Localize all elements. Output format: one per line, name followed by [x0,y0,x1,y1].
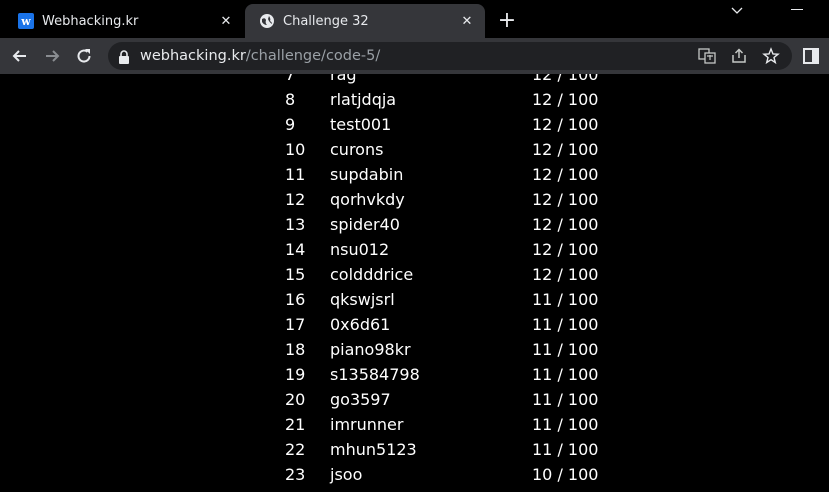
name-cell: rag [330,74,357,84]
ranking-row[interactable]: 23 jsoo 10 / 100 [0,462,829,487]
rank-cell: 20 [285,390,306,409]
rank-cell: 15 [285,265,306,284]
score-cell: 12 / 100 [532,190,599,209]
name-cell: piano98kr [330,340,411,359]
rank-cell: 19 [285,365,306,384]
side-panel-icon[interactable] [803,48,819,64]
ranking-row[interactable]: 7 rag 12 / 100 [0,74,829,87]
score-cell: 11 / 100 [532,415,599,434]
rank-cell: 16 [285,290,306,309]
close-tab-icon[interactable]: ✕ [457,11,477,31]
name-cell: mhun5123 [330,440,417,459]
tab-challenge-32[interactable]: Challenge 32 ✕ [245,4,485,38]
score-cell: 12 / 100 [532,240,599,259]
score-cell: 11 / 100 [532,365,599,384]
ranking-row[interactable]: 15 coldddrice 12 / 100 [0,262,829,287]
tab-title: Challenge 32 [283,13,369,29]
name-cell: test001 [330,115,392,134]
name-cell: curons [330,140,384,159]
score-cell: 11 / 100 [532,315,599,334]
tab-search-icon[interactable] [728,2,746,20]
score-cell: 11 / 100 [532,340,599,359]
ranking-row[interactable]: 16 qkswjsrl 11 / 100 [0,287,829,312]
ranking-row[interactable]: 17 0x6d61 11 / 100 [0,312,829,337]
ranking-row[interactable]: 20 go3597 11 / 100 [0,387,829,412]
name-cell: go3597 [330,390,391,409]
name-cell: rlatjdqja [330,90,397,109]
name-cell: supdabin [330,165,404,184]
back-arrow-icon[interactable] [10,46,30,66]
share-icon[interactable] [730,47,748,65]
url-host: webhacking.kr [140,48,246,64]
address-bar[interactable]: webhacking.kr/challenge/code-5/ [108,42,792,70]
new-tab-button[interactable]: + [496,8,518,33]
rank-cell: 12 [285,190,306,209]
name-cell: jsoo [330,465,363,484]
w-logo-icon: w [18,13,34,29]
rank-cell: 11 [285,165,306,184]
rank-cell: 14 [285,240,306,259]
forward-arrow-icon[interactable] [42,46,62,66]
rank-cell: 13 [285,215,306,234]
ranking-row[interactable]: 12 qorhvkdy 12 / 100 [0,187,829,212]
tab-webhacking[interactable]: w Webhacking.kr ✕ [4,4,244,38]
rank-cell: 22 [285,440,306,459]
score-cell: 12 / 100 [532,115,599,134]
rank-cell: 21 [285,415,306,434]
name-cell: imrunner [330,415,404,434]
translate-icon[interactable] [698,47,716,65]
reload-icon[interactable] [74,46,94,66]
page-content: 7 rag 12 / 100 8 rlatjdqja 12 / 100 9 test001 12… [0,74,829,492]
rank-cell: 10 [285,140,306,159]
close-tab-icon[interactable]: ✕ [216,11,236,31]
score-cell: 11 / 100 [532,290,599,309]
name-cell: nsu012 [330,240,390,259]
score-cell: 12 / 100 [532,165,599,184]
lock-icon[interactable] [118,49,130,68]
name-cell: coldddrice [330,265,414,284]
minimize-window-button[interactable] [791,9,803,10]
ranking-row[interactable]: 10 curons 12 / 100 [0,137,829,162]
ranking-row[interactable]: 9 test001 12 / 100 [0,112,829,137]
name-cell: s13584798 [330,365,420,384]
rank-cell: 18 [285,340,306,359]
ranking-row[interactable]: 19 s13584798 11 / 100 [0,362,829,387]
ranking-row[interactable]: 13 spider40 12 / 100 [0,212,829,237]
score-cell: 12 / 100 [532,74,599,84]
bookmark-star-icon[interactable] [762,47,780,65]
score-cell: 11 / 100 [532,440,599,459]
rank-cell: 9 [285,115,296,134]
browser-toolbar: webhacking.kr/challenge/code-5/ [0,38,829,74]
score-cell: 12 / 100 [532,140,599,159]
rank-cell: 17 [285,315,306,334]
score-cell: 10 / 100 [532,465,599,484]
name-cell: qorhvkdy [330,190,405,209]
name-cell: qkswjsrl [330,290,395,309]
browser-titlebar: w Webhacking.kr ✕ Challenge 32 ✕ + [0,0,829,38]
ranking-row[interactable]: 14 nsu012 12 / 100 [0,237,829,262]
ranking-row[interactable]: 8 rlatjdqja 12 / 100 [0,87,829,112]
ranking-row[interactable]: 21 imrunner 11 / 100 [0,412,829,437]
score-cell: 12 / 100 [532,215,599,234]
score-cell: 12 / 100 [532,265,599,284]
rank-cell: 23 [285,465,306,484]
score-cell: 11 / 100 [532,390,599,409]
globe-icon [259,13,275,29]
name-cell: 0x6d61 [330,315,391,334]
name-cell: spider40 [330,215,400,234]
rank-cell: 7 [285,74,296,84]
url-path: /challenge/code-5/ [245,48,381,64]
ranking-row[interactable]: 11 supdabin 12 / 100 [0,162,829,187]
score-cell: 12 / 100 [532,90,599,109]
rank-cell: 8 [285,90,296,109]
url-text: webhacking.kr/challenge/code-5/ [140,48,380,64]
ranking-row[interactable]: 24eui063310 / 100 [0,487,829,492]
ranking-row[interactable]: 22 mhun5123 11 / 100 [0,437,829,462]
tab-title: Webhacking.kr [42,13,139,29]
ranking-row[interactable]: 18 piano98kr 11 / 100 [0,337,829,362]
